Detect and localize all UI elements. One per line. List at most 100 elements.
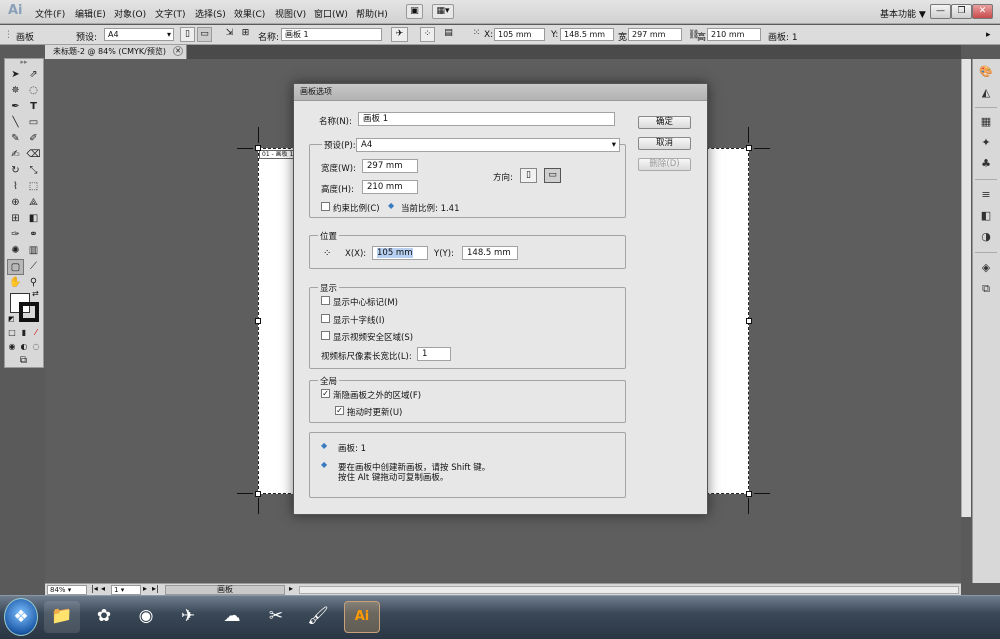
paint-app-icon[interactable]: 🖌 — [300, 601, 336, 633]
lasso-tool-icon[interactable]: ◌ — [25, 83, 42, 99]
document-tab[interactable]: 未标题-2 @ 84% (CMYK/预览) ✕ — [45, 45, 187, 59]
magic-wand-tool-icon[interactable]: ✵ — [7, 83, 24, 99]
toolbar-collapse-icon[interactable]: ▸▸ — [7, 59, 41, 67]
constrain-checkbox[interactable] — [321, 202, 330, 211]
gradient-tool-icon[interactable]: ◧ — [25, 211, 42, 227]
windows-start-icon[interactable]: ❖ — [4, 598, 38, 636]
workspace-switcher[interactable]: 基本功能 ▼ — [880, 7, 926, 20]
height-input[interactable]: 210 mm — [362, 180, 418, 194]
portrait-orientation-icon[interactable]: ▯ — [520, 168, 537, 183]
menu-view[interactable]: 视图(V) — [275, 7, 306, 20]
color-guide-icon[interactable]: ◭ — [978, 85, 994, 101]
x-input[interactable]: 105 mm — [372, 246, 428, 260]
blob-brush-tool-icon[interactable]: ✍ — [7, 147, 24, 163]
bird-app-icon[interactable]: ✈ — [170, 601, 206, 633]
stroke-panel-icon[interactable]: ≡ — [978, 187, 994, 203]
eraser-tool-icon[interactable]: ⌫ — [25, 147, 42, 163]
slice-tool-icon[interactable]: ⟋ — [25, 259, 42, 275]
hand-tool-icon[interactable]: ✋ — [7, 275, 24, 291]
menu-object[interactable]: 对象(O) — [114, 7, 146, 20]
center-mark-checkbox[interactable] — [321, 296, 330, 305]
page-select[interactable]: 1 ▾ — [111, 585, 141, 595]
dialog-name-input[interactable]: 画板 1 — [358, 112, 615, 126]
tab-close-icon[interactable]: ✕ — [173, 46, 183, 56]
stroke-swatch[interactable] — [19, 302, 39, 322]
artboard-handle[interactable] — [746, 318, 752, 324]
last-page-icon[interactable]: ▸| — [152, 584, 159, 593]
artboard-tool-icon[interactable]: ▢ — [7, 259, 24, 275]
layers-panel-icon[interactable]: ◈ — [978, 260, 994, 276]
scissors-app-icon[interactable]: ✂ — [258, 601, 294, 633]
pen-tool-icon[interactable]: ✒ — [7, 99, 24, 115]
close-icon[interactable]: ✕ — [972, 4, 993, 19]
reference-point-icon[interactable]: ⁘ — [323, 248, 331, 259]
zoom-select[interactable]: 84% ▾ — [47, 585, 87, 595]
crosshairs-checkbox[interactable] — [321, 314, 330, 323]
menu-select[interactable]: 选择(S) — [195, 7, 226, 20]
preset-dropdown[interactable]: A4 ▾ — [356, 138, 620, 152]
bridge-icon[interactable]: ▣ — [406, 4, 423, 19]
paintbrush-tool-icon[interactable]: ✎ — [7, 131, 24, 147]
first-page-icon[interactable]: |◂ — [91, 584, 98, 593]
brushes-panel-icon[interactable]: ✦ — [978, 135, 994, 151]
gradient-panel-icon[interactable]: ◧ — [978, 208, 994, 224]
artboard-handle[interactable] — [255, 491, 261, 497]
color-panel-icon[interactable]: 🎨 — [978, 64, 994, 80]
artboards-panel-icon[interactable]: ⧉ — [978, 281, 994, 297]
rectangle-tool-icon[interactable]: ▭ — [25, 115, 42, 131]
perspective-grid-tool-icon[interactable]: ⟁ — [25, 195, 42, 211]
pixel-ratio-input[interactable]: 1 — [417, 347, 451, 361]
shape-builder-tool-icon[interactable]: ⊕ — [7, 195, 24, 211]
width-input[interactable]: 297 mm — [628, 28, 682, 41]
vertical-scrollbar[interactable] — [961, 59, 971, 517]
portrait-icon[interactable]: ▯ — [180, 27, 195, 42]
menu-file[interactable]: 文件(F) — [35, 7, 65, 20]
transparency-panel-icon[interactable]: ◑ — [978, 229, 994, 245]
direct-selection-tool-icon[interactable]: ⇗ — [25, 67, 42, 83]
show-center-icon[interactable]: ▤ — [441, 27, 456, 42]
mesh-tool-icon[interactable]: ⊞ — [7, 211, 24, 227]
artboard-options-icon[interactable]: ✈ — [391, 27, 408, 42]
symbols-panel-icon[interactable]: ♣ — [978, 156, 994, 172]
symbol-sprayer-tool-icon[interactable]: ✺ — [7, 243, 24, 259]
blend-tool-icon[interactable]: ⚭ — [25, 227, 42, 243]
y-input[interactable]: 148.5 mm — [560, 28, 614, 41]
move-with-artboard-icon[interactable]: ⇲ — [222, 27, 237, 42]
illustrator-app-icon[interactable]: Ai — [344, 601, 380, 633]
artboard-handle[interactable] — [746, 491, 752, 497]
cloud-app-icon[interactable]: ☁ — [214, 601, 250, 633]
video-safe-checkbox[interactable] — [321, 331, 330, 340]
restore-icon[interactable]: ❐ — [951, 4, 972, 19]
width-input[interactable]: 297 mm — [362, 159, 418, 173]
cancel-button[interactable]: 取消 — [638, 137, 691, 150]
arrange-documents-icon[interactable]: ▦▾ — [432, 4, 454, 19]
landscape-orientation-icon[interactable]: ▭ — [544, 168, 561, 183]
menu-window[interactable]: 窗口(W) — [314, 7, 348, 20]
status-menu-icon[interactable]: ▸ — [289, 584, 293, 593]
horizontal-scrollbar[interactable] — [299, 586, 959, 594]
minimize-icon[interactable]: — — [930, 4, 951, 19]
eyedropper-tool-icon[interactable]: ✑ — [7, 227, 24, 243]
artboard-name-input[interactable]: 画板 1 — [281, 28, 382, 41]
rotate-tool-icon[interactable]: ↻ — [7, 163, 24, 179]
explorer-icon[interactable]: 📁 — [44, 601, 80, 633]
wifi-app-icon[interactable]: ◉ — [128, 601, 164, 633]
prev-page-icon[interactable]: ◂ — [101, 584, 105, 593]
control-menu-icon[interactable]: ▸ — [986, 30, 991, 40]
pencil-tool-icon[interactable]: ✐ — [25, 131, 42, 147]
default-colors-icon[interactable]: ◩ — [8, 315, 15, 323]
preset-select[interactable]: A4 ▾ — [104, 28, 174, 41]
fade-checkbox[interactable]: ✓ — [321, 389, 330, 398]
free-transform-tool-icon[interactable]: ⬚ — [25, 179, 42, 195]
menu-effect[interactable]: 效果(C) — [234, 7, 265, 20]
height-input[interactable]: 210 mm — [707, 28, 761, 41]
menu-type[interactable]: 文字(T) — [155, 7, 186, 20]
line-tool-icon[interactable]: ╲ — [7, 115, 24, 131]
selection-tool-icon[interactable]: ➤ — [7, 67, 24, 83]
column-graph-tool-icon[interactable]: ▥ — [25, 243, 42, 259]
swap-colors-icon[interactable]: ⇄ — [32, 289, 39, 298]
scale-tool-icon[interactable]: ⤡ — [25, 163, 42, 179]
type-tool-icon[interactable]: T — [25, 99, 42, 115]
x-input[interactable]: 105 mm — [494, 28, 545, 41]
artboard-handle[interactable] — [255, 318, 261, 324]
